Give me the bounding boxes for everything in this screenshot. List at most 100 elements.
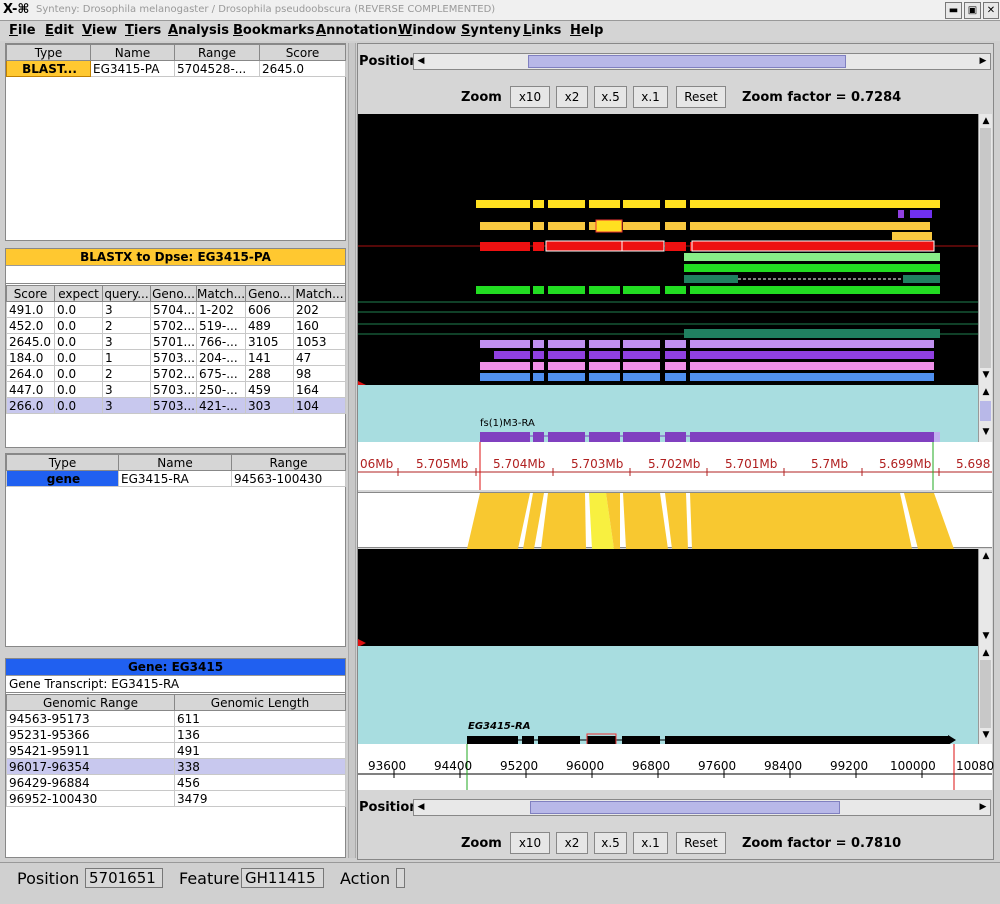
table-cell[interactable]: 1-202 xyxy=(196,301,246,318)
feature-bar[interactable] xyxy=(589,351,620,359)
feature-bar[interactable] xyxy=(548,286,585,294)
table-cell[interactable]: 5702... xyxy=(150,365,197,382)
table-cell[interactable]: 96429-96884 xyxy=(6,774,175,791)
table-cell[interactable]: 0.0 xyxy=(54,365,103,382)
bottom-gene-vscroll[interactable]: ▲ ▼ xyxy=(978,646,992,744)
feature-bar[interactable] xyxy=(665,340,686,348)
menu-bookmarks[interactable]: Bookmarks xyxy=(233,23,315,38)
name-cell[interactable]: EG3415-RA xyxy=(118,470,232,487)
scroll-thumb[interactable] xyxy=(980,660,991,728)
table-row[interactable]: 96952-100430 3479 xyxy=(6,790,346,807)
table-cell[interactable]: 3479 xyxy=(174,790,346,807)
table-row[interactable]: 94563-95173 611 xyxy=(6,710,346,727)
table-cell[interactable]: 5703... xyxy=(150,381,197,398)
table-cell[interactable]: 0.0 xyxy=(54,397,103,414)
scroll-thumb[interactable] xyxy=(980,128,991,368)
col-header-genomic-range[interactable]: Genomic Range xyxy=(6,694,175,711)
menu-links[interactable]: Links xyxy=(523,23,561,38)
feature-bar[interactable] xyxy=(589,362,620,370)
feature-bar[interactable] xyxy=(589,286,620,294)
exon-box[interactable] xyxy=(548,432,585,442)
feature-bar[interactable] xyxy=(903,275,940,283)
table-cell[interactable]: 675-... xyxy=(196,365,246,382)
table-cell[interactable]: 5701... xyxy=(150,333,197,350)
scroll-thumb[interactable] xyxy=(528,55,846,68)
table-row[interactable]: 95231-95366 136 xyxy=(6,726,346,743)
table-cell[interactable]: 519-... xyxy=(196,317,246,334)
col-header-type[interactable]: Type xyxy=(6,454,119,471)
table-cell[interactable]: 96952-100430 xyxy=(6,790,175,807)
col-header-range[interactable]: Range xyxy=(231,454,346,471)
menu-tiers[interactable]: Tiers xyxy=(125,23,161,38)
bottom-position-scrollbar[interactable]: ◀ ▶ xyxy=(413,799,991,816)
vertical-splitter[interactable] xyxy=(348,43,356,858)
feature-bar[interactable] xyxy=(533,200,544,208)
col-header-genomic-2[interactable]: Geno... xyxy=(245,285,294,302)
table-cell[interactable]: 95421-95911 xyxy=(6,742,175,759)
table-cell[interactable]: 3 xyxy=(102,301,151,318)
exon-box[interactable] xyxy=(538,736,580,744)
menu-annotation[interactable]: Annotation xyxy=(316,23,397,38)
scroll-thumb[interactable] xyxy=(980,401,991,421)
table-cell[interactable]: 611 xyxy=(174,710,346,727)
feature-bar[interactable] xyxy=(665,222,686,230)
exon-box[interactable] xyxy=(589,432,620,442)
exon-box[interactable] xyxy=(480,432,530,442)
feature-bar[interactable] xyxy=(589,200,620,208)
menu-analysis[interactable]: Analysis xyxy=(168,23,229,38)
table-row[interactable]: 96429-96884 456 xyxy=(6,774,346,791)
feature-bar[interactable] xyxy=(480,222,530,230)
table-cell[interactable]: 421-... xyxy=(196,397,246,414)
table-cell[interactable]: 0.0 xyxy=(54,333,103,350)
table-row[interactable]: 264.0 0.0 2 5702... 675-... 288 98 xyxy=(6,365,346,382)
table-cell[interactable]: 250-... xyxy=(196,381,246,398)
table-cell[interactable]: 459 xyxy=(245,381,294,398)
synteny-link[interactable] xyxy=(623,493,668,549)
col-header-score[interactable]: Score xyxy=(6,285,55,302)
table-cell[interactable]: 303 xyxy=(245,397,294,414)
table-row[interactable]: 266.0 0.0 3 5703... 421-... 303 104 xyxy=(6,397,346,414)
table-cell[interactable]: 606 xyxy=(245,301,294,318)
feature-bar[interactable] xyxy=(665,200,686,208)
table-cell[interactable]: 0.0 xyxy=(54,301,103,318)
menu-edit[interactable]: Edit xyxy=(45,23,74,38)
table-row[interactable]: 95421-95911 491 xyxy=(6,742,346,759)
selected-feature-bar[interactable] xyxy=(621,240,665,252)
table-cell[interactable]: 1053 xyxy=(293,333,346,350)
table-cell[interactable]: 0.0 xyxy=(54,317,103,334)
feature-bar[interactable] xyxy=(548,351,585,359)
table-cell[interactable]: 0.0 xyxy=(54,349,103,366)
feature-bar[interactable] xyxy=(480,362,530,370)
synteny-link[interactable] xyxy=(467,493,530,549)
scroll-up-arrow-icon[interactable]: ▲ xyxy=(979,551,993,561)
bottom-zoom-reset-button[interactable]: Reset xyxy=(676,832,726,854)
table-cell[interactable]: 491.0 xyxy=(6,301,55,318)
name-cell[interactable]: EG3415-PA xyxy=(90,60,175,77)
table-row[interactable]: gene EG3415-RA 94563-100430 xyxy=(6,470,346,487)
feature-bar[interactable] xyxy=(684,253,940,261)
table-cell[interactable]: 1 xyxy=(102,349,151,366)
table-cell[interactable]: 95231-95366 xyxy=(6,726,175,743)
scroll-up-arrow-icon[interactable]: ▲ xyxy=(979,116,993,126)
feature-bar[interactable] xyxy=(898,210,904,218)
scroll-down-arrow-icon[interactable]: ▼ xyxy=(979,370,993,380)
table-cell[interactable]: 489 xyxy=(245,317,294,334)
feature-bar[interactable] xyxy=(623,373,660,381)
feature-bar[interactable] xyxy=(548,373,585,381)
table-cell[interactable]: 766-... xyxy=(196,333,246,350)
menu-window[interactable]: Window xyxy=(398,23,456,38)
feature-bar[interactable] xyxy=(589,373,620,381)
feature-bar[interactable] xyxy=(548,200,585,208)
bottom-zoom-x01-button[interactable]: x.1 xyxy=(633,832,668,854)
selected-feature-bar[interactable] xyxy=(545,240,623,252)
exon-box[interactable] xyxy=(665,736,948,744)
table-cell[interactable]: 338 xyxy=(174,758,346,775)
feature-bar[interactable] xyxy=(684,329,940,338)
table-cell[interactable]: 264.0 xyxy=(6,365,55,382)
scroll-up-arrow-icon[interactable]: ▲ xyxy=(979,648,993,658)
table-cell[interactable]: 5703... xyxy=(150,397,197,414)
table-cell[interactable]: 447.0 xyxy=(6,381,55,398)
feature-bar[interactable] xyxy=(690,373,934,381)
feature-bar[interactable] xyxy=(690,362,934,370)
score-cell[interactable]: 2645.0 xyxy=(259,60,346,77)
